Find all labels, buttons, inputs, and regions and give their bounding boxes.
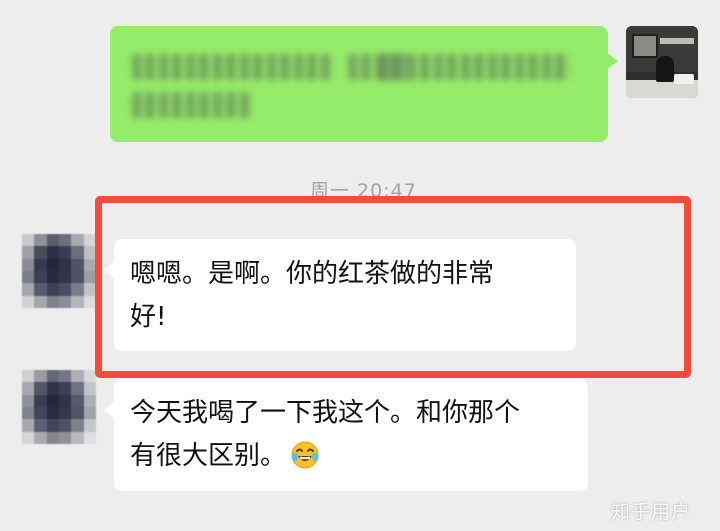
- laughing-with-tears-icon: [291, 441, 319, 469]
- message-text: 有很大区别。: [130, 441, 287, 471]
- message-text: 今天我喝了一下我这个。和你那个: [130, 398, 521, 428]
- received-message-bubble[interactable]: 今天我喝了一下我这个。和你那个 有很大区别。: [104, 379, 588, 491]
- own-avatar[interactable]: [626, 26, 698, 98]
- contact-avatar[interactable]: [22, 234, 96, 308]
- watermark: 知乎用户: [611, 501, 692, 523]
- sent-message-bubble[interactable]: [110, 26, 618, 142]
- contact-avatar[interactable]: [22, 370, 96, 444]
- blurred-text: [132, 92, 250, 118]
- blurred-text: [380, 54, 570, 80]
- blurred-text: [132, 54, 332, 80]
- highlight-box: [95, 196, 691, 378]
